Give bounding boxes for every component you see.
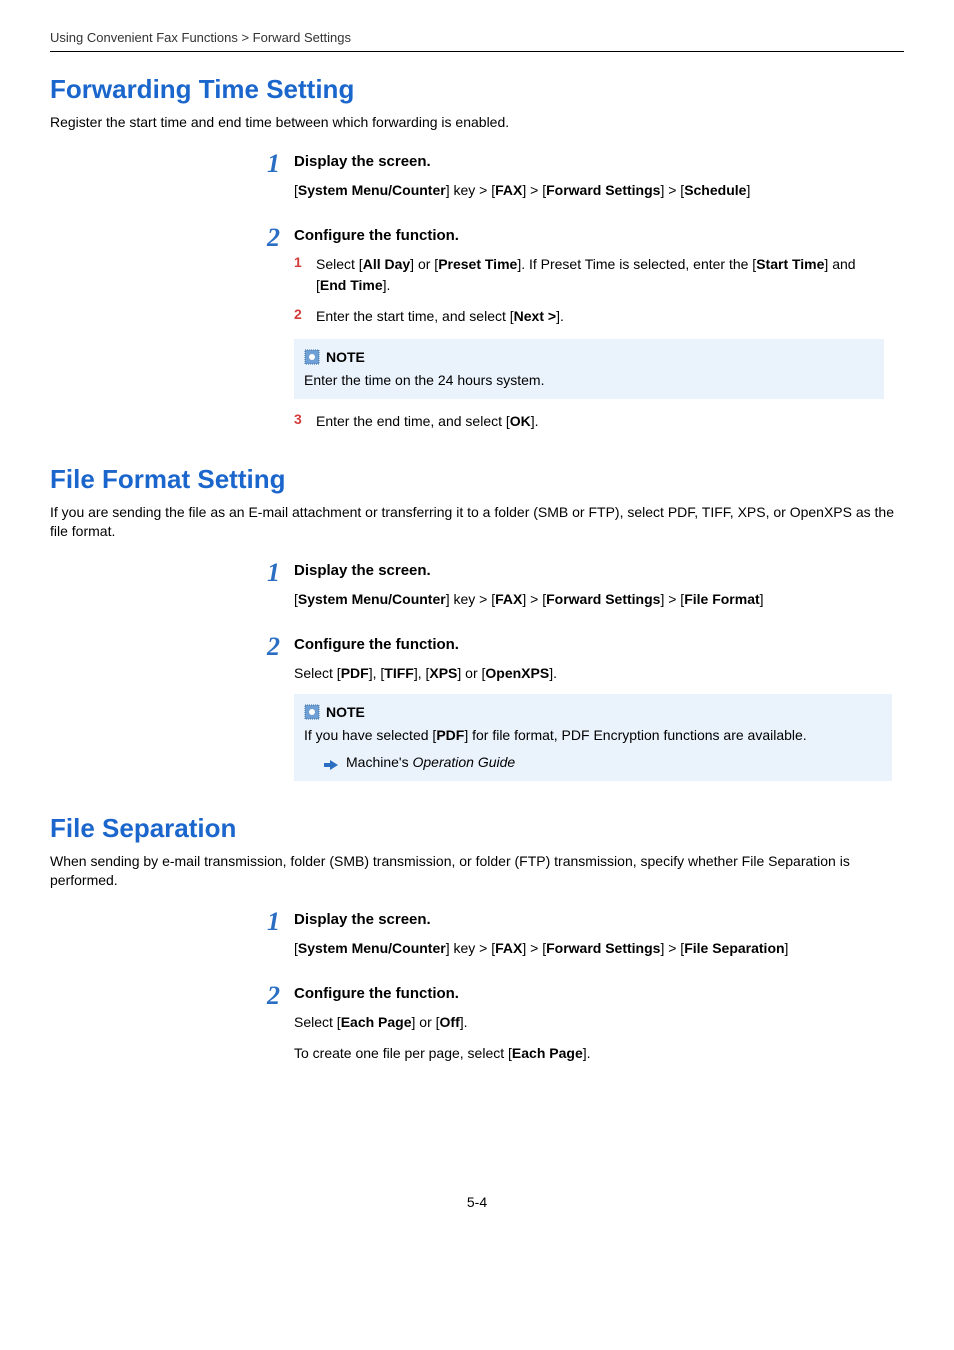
page-number: 5-4 <box>50 1194 904 1210</box>
substep-2: 2 Enter the start time, and select [Next… <box>294 306 884 327</box>
heading-forwarding-time: Forwarding Time Setting <box>50 74 904 105</box>
step-number-icon: 2 <box>240 634 294 660</box>
step-text: Select [Each Page] or [Off]. <box>294 1012 884 1033</box>
reference-text: Machine's Operation Guide <box>346 752 515 773</box>
substep-text: Select [All Day] or [Preset Time]. If Pr… <box>316 254 884 296</box>
note-body: Enter the time on the 24 hours system. <box>304 370 874 391</box>
step-2-configure: 2 Configure the function. Select [Each P… <box>240 983 884 1074</box>
intro-file-format: If you are sending the file as an E-mail… <box>50 503 904 542</box>
header-divider <box>50 51 904 52</box>
step-1-display-screen: 1 Display the screen. [System Menu/Count… <box>240 909 884 969</box>
substep-1: 1 Select [All Day] or [Preset Time]. If … <box>294 254 884 296</box>
substep-text: Enter the start time, and select [Next >… <box>316 306 884 327</box>
step-number-icon: 2 <box>240 983 294 1009</box>
note-body: If you have selected [PDF] for file form… <box>304 725 882 746</box>
step-number-icon: 2 <box>240 225 294 251</box>
step-text: Select [PDF], [TIFF], [XPS] or [OpenXPS]… <box>294 663 884 684</box>
note-label: NOTE <box>326 347 365 368</box>
heading-file-format: File Format Setting <box>50 464 904 495</box>
step-1-display-screen: 1 Display the screen. [System Menu/Count… <box>240 151 884 211</box>
menu-path: [System Menu/Counter] key > [FAX] > [For… <box>294 589 884 610</box>
menu-path: [System Menu/Counter] key > [FAX] > [For… <box>294 938 884 959</box>
menu-path: [System Menu/Counter] key > [FAX] > [For… <box>294 180 884 201</box>
note-label: NOTE <box>326 702 365 723</box>
intro-file-separation: When sending by e-mail transmission, fol… <box>50 852 904 891</box>
reference-row: Machine's Operation Guide <box>324 752 882 773</box>
step-number-icon: 1 <box>240 909 294 935</box>
note-box: NOTE Enter the time on the 24 hours syst… <box>294 339 884 399</box>
step-number-icon: 1 <box>240 151 294 177</box>
arrow-icon <box>324 756 338 768</box>
step-title: Configure the function. <box>294 636 884 653</box>
step-title: Display the screen. <box>294 562 884 579</box>
step-title: Display the screen. <box>294 153 884 170</box>
note-icon <box>304 349 320 365</box>
substep-number: 2 <box>294 306 316 327</box>
step-2-configure: 2 Configure the function. 1 Select [All … <box>240 225 884 444</box>
step-title: Configure the function. <box>294 227 884 244</box>
note-icon <box>304 704 320 720</box>
intro-forwarding-time: Register the start time and end time bet… <box>50 113 904 133</box>
substep-number: 1 <box>294 254 316 296</box>
breadcrumb: Using Convenient Fax Functions > Forward… <box>50 30 904 45</box>
note-box: NOTE If you have selected [PDF] for file… <box>294 694 892 781</box>
step-2-configure: 2 Configure the function. Select [PDF], … <box>240 634 884 793</box>
step-number-icon: 1 <box>240 560 294 586</box>
heading-file-separation: File Separation <box>50 813 904 844</box>
substep-3: 3 Enter the end time, and select [OK]. <box>294 411 884 432</box>
step-title: Display the screen. <box>294 911 884 928</box>
substep-number: 3 <box>294 411 316 432</box>
step-text: To create one file per page, select [Eac… <box>294 1043 884 1064</box>
step-1-display-screen: 1 Display the screen. [System Menu/Count… <box>240 560 884 620</box>
step-title: Configure the function. <box>294 985 884 1002</box>
substep-text: Enter the end time, and select [OK]. <box>316 411 884 432</box>
